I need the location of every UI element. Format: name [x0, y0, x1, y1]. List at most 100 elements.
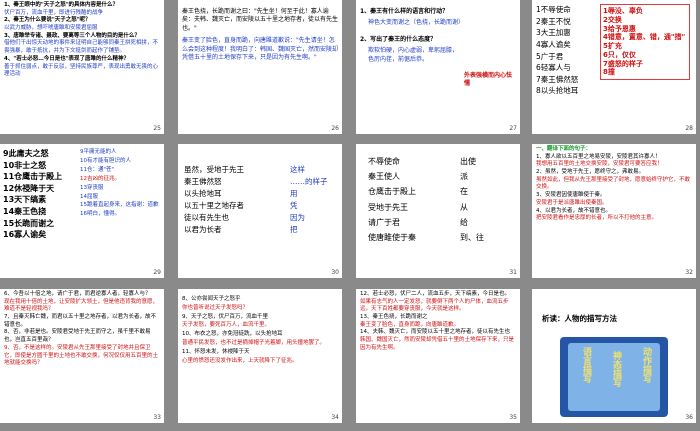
slide-35-sentence-1: 12、若士必怒，伏尸二人，流血五步，天下缟素，今日是也。	[360, 291, 511, 297]
definition-item: 3给予恩惠	[603, 24, 636, 33]
slide-33-sentence-2: 7、且秦灭韩亡魏，而君以五十里之地存者，以君为长者，故不错意也。	[4, 314, 157, 328]
slide-31-sentences: 不辱使命 秦王使人 仓鹰击于殿上 受地于先王 请广于君 使唐雎使于秦	[368, 154, 416, 245]
slide-32-translation-1: 我想用五百里的土地交换安陵，安陵君可要答应我！	[536, 161, 663, 168]
slide-32-translation-2: 虽然如此，但我从先王那里接受了封地，愿意始终守护它，不敢交换。	[536, 176, 691, 191]
meaning-item: ……的样子	[290, 177, 328, 186]
word-item: 2秦王不悦	[536, 16, 571, 26]
slide-thumbnail-33[interactable]: 6、今吾以十倍之地，请广于君，而君逆寡人者，轻寡人与？ 现在我用十倍的土地，让安…	[0, 289, 164, 423]
definition-item: 14屈服	[80, 193, 98, 200]
slide-27-answer-1: 神色大变而谢之（色挠，长跪而谢）	[368, 19, 465, 27]
meaning-item: 出使	[460, 157, 476, 166]
slide-thumbnail-27[interactable]: 1、秦王有什么样的语言和行动？ 神色大变而谢之（色挠，长跪而谢） 2、写出了秦王…	[356, 0, 520, 134]
definition-item: 9平庸无能的人	[80, 149, 117, 155]
slide-35-sentence-2: 13、秦王色挠，长跪而谢之	[360, 314, 428, 321]
definition-item: 11仓：通"苍"	[80, 166, 115, 173]
word-item: 3大王加惠	[536, 28, 571, 38]
slide-thumbnail-30[interactable]: 虽然，受地于先王 秦王佛然怒 以头抢地耳 以五十里之地存者 徒以有先生也 以君为…	[178, 144, 342, 278]
word-item: 1不辱使命	[536, 5, 571, 14]
sentence-item: 仓鹰击于殿上	[368, 187, 416, 197]
meaning-item: 在	[460, 187, 468, 197]
slide-thumbnail-26[interactable]: 秦王色挠，长跪而谢之曰："先生坐！何至于此！寡人谕矣：夫韩、魏灭亡，而安陵以五十…	[178, 0, 342, 134]
slide-30-sentences: 虽然，受地于先王 秦王佛然怒 以头抢地耳 以五十里之地存者 徒以有先生也 以君为…	[184, 164, 244, 236]
slide-34-sentence-1: 8、公亦尝闻天子之怒乎	[182, 296, 241, 302]
slide-number: 27	[509, 125, 517, 132]
slide-34-translation-3: 普通平民发怒，也不过是摘掉帽子光着脚，用头撞地罢了。	[182, 339, 326, 346]
sentence-item: 以头抢地耳	[184, 189, 222, 198]
sentence-item: 虽然，受地于先王	[184, 165, 244, 174]
slide-26-original-text: 秦王色挠，长跪而谢之曰："先生坐！何至于此！寡人谕矣：夫韩、魏灭亡，而安陵以五十…	[182, 8, 339, 32]
meaning-item: 因为	[290, 213, 305, 222]
word-item: 15长跪而谢之	[3, 218, 55, 228]
slide-number: 30	[331, 269, 339, 276]
sentence-item: 秦王佛然怒	[184, 177, 222, 186]
slide-32-content: 一、翻译下面的句子： 1、寡人欲以五百里之地易安陵，安陵君其许寡人！ 我想用五百…	[532, 144, 696, 225]
word-item: 12休祲降于天	[3, 183, 55, 193]
slide-number: 31	[509, 269, 517, 276]
slide-thumbnail-35[interactable]: 12、若士必怒，伏尸二人，流血五步，天下缟素，今日是也。 如果有志气的人一定发怒…	[356, 289, 520, 423]
slide-26-translation: 秦王变了脸色，直身而跪，向唐雎道歉说："先生请坐！怎么会到这种程度！我明白了：韩…	[182, 37, 339, 61]
word-item: 13天下缟素	[3, 195, 47, 205]
slide-number: 33	[153, 414, 161, 421]
slide-28-word-list: 1不辱使命 2秦王不悦 3大王加惠 4寡人谕矣 5广于君 6轻寡人与 7秦王怫然…	[536, 4, 578, 97]
slide-number: 28	[685, 125, 693, 132]
sentence-item: 以五十里之地存者	[184, 201, 244, 210]
sentence-item: 以君为长者	[184, 225, 222, 234]
word-item: 14秦王色挠	[3, 206, 47, 216]
slide-33-translation-1: 现在我用十倍的土地，让安陵扩大领土，但是他违背我的意愿，难道不是轻视我吗？	[4, 298, 159, 313]
slide-number: 26	[331, 125, 339, 132]
slide-29-definitions: 9平庸无能的人 10有才能有胆识的人 11仓：通"苍" 12吉凶的征兆。 13穿…	[80, 148, 162, 219]
slide-32-translation-3: 安陵君于是派唐雎出使秦国。	[536, 199, 608, 206]
slide-number: 32	[685, 269, 693, 276]
slide-34-sentence-3: 10、布衣之怒，亦免冠徒跣，以头抢地耳	[182, 331, 283, 338]
slide-thumbnail-34[interactable]: 8、公亦尝闻天子之怒乎 你也曾听说过天子发怒吗？ 9、天子之怒，伏尸百万，流血千…	[178, 289, 342, 423]
slide-34-sentence-4: 11、怀怒未发，休祲降于天	[182, 348, 250, 355]
slide-33-translation-3: 9、否，不是这样的。安陵君从先王那里接受了封地并且保卫它，即使是方圆千里的土地也…	[4, 344, 159, 367]
slide-thumbnail-28[interactable]: 1不辱使命 2秦王不悦 3大王加惠 4寡人谕矣 5广于君 6轻寡人与 7秦王怫然…	[532, 0, 696, 134]
slide-28-definition-box: 1辱没、辜负 2交换 3给予恩惠 4错意，置意、错，通"措" 5扩充 6只，仅仅…	[600, 4, 690, 80]
word-item: 9此庸夫之怒	[3, 149, 49, 158]
sentence-item: 请广于君	[368, 217, 400, 227]
slide-35-content: 12、若士必怒，伏尸二人，流血五步，天下缟素，今日是也。 如果有志气的人一定发怒…	[356, 289, 520, 355]
slide-36-title: 析读：人物的描写方法	[542, 314, 617, 323]
slide-number: 36	[685, 414, 693, 421]
slide-34-sentence-2: 9、天子之怒，伏尸百万，流血千里	[182, 313, 269, 320]
slide-32-translation-4: 把安陵君看作是忠厚的长者，所以不打他的主意。	[536, 215, 658, 222]
slide-32-sentence-2: 2、虽然，受地于先王，愿终守之，弗敢易。	[536, 169, 645, 176]
scroll-text-language: 语言描写	[581, 347, 591, 383]
sentence-item: 不辱使命	[368, 157, 400, 166]
slide-27-answer-2: 欺软怕硬，内心虚弱，卑躬屈膝，色厉内荏，前倨后恭。	[368, 47, 459, 63]
slide-thumbnail-31[interactable]: 不辱使命 秦王使人 仓鹰击于殿上 受地于先王 请广于君 使唐雎使于秦 出使 派 …	[356, 144, 520, 278]
slide-thumbnail-36[interactable]: 析读：人物的描写方法 动作描写 神态描写 语言描写 36	[532, 289, 696, 423]
slide-35-translation-1: 如果有志气的人一定发怒，就要倒下两个人的尸体，血流五步远，天下百姓都要穿丧服，今…	[360, 298, 509, 313]
meaning-item: 到、往	[460, 232, 484, 242]
slide-34-content: 8、公亦尝闻天子之怒乎 你也曾听说过天子发怒吗？ 9、天子之怒，伏尸百万，流血千…	[178, 289, 342, 367]
slide-thumbnail-25[interactable]: 1、秦王眼中的"天子之怒"的具体内容是什么？ 伏尸百万，流血千里，即进行残酷的战…	[0, 0, 164, 134]
definition-item: 8撞	[603, 68, 615, 77]
definition-item: 13穿丧服	[80, 184, 104, 191]
meaning-item: 把	[290, 225, 298, 234]
word-item: 6轻寡人与	[536, 63, 571, 73]
scroll-text-expression: 神态描写	[611, 351, 621, 387]
slide-sorter-grid: 1、秦王眼中的"天子之怒"的具体内容是什么？ 伏尸百万，流血千里，即进行残酷的战…	[0, 0, 700, 431]
slide-number: 35	[509, 414, 517, 421]
scroll-text-action: 动作描写	[641, 347, 651, 383]
definition-item: 4错意，置意、错，通"措"	[603, 33, 686, 42]
slide-32-title: 一、翻译下面的句子：	[536, 146, 592, 152]
meaning-item: 给	[460, 217, 468, 227]
slide-34-translation-4: 心里的愤怒还没发作出来，上天就降下了征兆。	[182, 357, 298, 364]
slide-thumbnail-29[interactable]: 9此庸夫之怒 10非士之怒 11仓鹰击于殿上 12休祲降于天 13天下缟素 14…	[0, 144, 164, 278]
slide-34-translation-2: 天子发怒，要死百万人，血流千里。	[182, 322, 271, 329]
slide-29-word-list: 9此庸夫之怒 10非士之怒 11仓鹰击于殿上 12休祲降于天 13天下缟素 14…	[3, 148, 62, 241]
definition-item: 5扩充	[603, 42, 622, 50]
slide-25-content: 1、秦王眼中的"天子之怒"的具体内容是什么？ 伏尸百万，流血千里，即进行残酷的战…	[0, 0, 164, 81]
slide-27-content: 1、秦王有什么样的语言和行动？ 神色大变而谢之（色挠，长跪而谢） 2、写出了秦王…	[356, 0, 520, 66]
slide-thumbnail-32[interactable]: 一、翻译下面的句子： 1、寡人欲以五百里之地易安陵，安陵君其许寡人！ 我想用五百…	[532, 144, 696, 278]
meaning-item: 用	[290, 189, 298, 198]
slide-number: 34	[331, 414, 339, 421]
definition-item: 6只，仅仅	[603, 50, 636, 59]
slide-26-content: 秦王色挠，长跪而谢之曰："先生坐！何至于此！寡人谕矣：夫韩、魏灭亡，而安陵以五十…	[178, 0, 342, 64]
slide-27-question-2: 2、写出了秦王的什么态度？	[360, 35, 437, 43]
slide-35-translation-3: 韩国、魏国灭亡，然而安陵却凭借五十里的土地保存下来，只是因为有先生啊。	[360, 337, 515, 351]
slide-27-note: 外表强横而内心怯懦	[464, 72, 513, 87]
sentence-item: 徒以有先生也	[184, 213, 229, 222]
